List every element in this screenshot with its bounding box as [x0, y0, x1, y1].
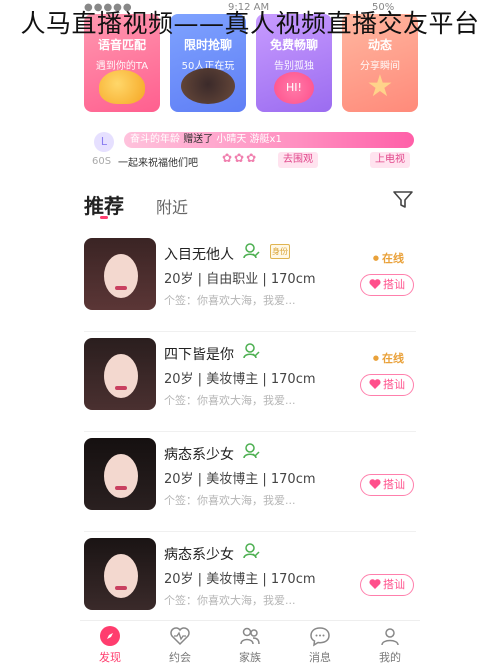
user-signature: 个签：你喜欢大海，我爱...: [164, 294, 296, 307]
star-icon: ★: [366, 69, 394, 104]
user-signature: 个签：你喜欢大海，我爱...: [164, 594, 296, 607]
list-item[interactable]: 病态系少女 20岁 | 美妆博主 | 170cm 个签：你喜欢大海，我爱... …: [84, 432, 416, 532]
user-job: 美妆博主: [206, 572, 259, 587]
user-name: 入目无他人: [164, 247, 234, 263]
gift-broadcast: L 60S 奋斗的年龄 赠送了 小晴天 游艇x1 一起来祝福他们吧 ✿✿✿ 去围…: [88, 126, 416, 174]
tab-active-indicator: [100, 216, 108, 219]
user-height: 170cm: [270, 472, 316, 487]
key-icon: [99, 70, 145, 104]
flower-icons: ✿✿✿: [222, 151, 259, 165]
avatar[interactable]: [84, 238, 156, 310]
chat-button[interactable]: 搭讪: [360, 574, 414, 596]
gift-timer: 60S: [92, 156, 112, 167]
nav-family[interactable]: 家族: [220, 625, 280, 665]
list-item[interactable]: 病态系少女 20岁 | 美妆博主 | 170cm 个签：你喜欢大海，我爱... …: [84, 532, 416, 632]
list-item[interactable]: 入目无他人 身份 20岁 | 自由职业 | 170cm 个签：你喜欢大海，我爱.…: [84, 232, 416, 332]
user-signature: 个签：你喜欢大海，我爱...: [164, 394, 296, 407]
nav-label: 消息: [309, 651, 331, 664]
user-job: 自由职业: [206, 272, 259, 287]
user-meta: 20岁 | 美妆博主 | 170cm: [164, 472, 316, 487]
nav-profile[interactable]: 我的: [360, 625, 420, 665]
online-status: 在线: [373, 350, 404, 366]
filter-icon[interactable]: [392, 190, 414, 210]
gift-item: 游艇x1: [249, 134, 282, 145]
hi-bubble-icon: HI!: [274, 72, 314, 104]
heart-pulse-icon: [170, 627, 190, 646]
online-status: 在线: [373, 250, 404, 266]
user-age: 20岁: [164, 372, 194, 387]
user-age: 20岁: [164, 472, 194, 487]
chat-button[interactable]: 搭讪: [360, 274, 414, 296]
on-tv-button[interactable]: 上电视: [370, 152, 410, 168]
card-subtitle: 告别孤独: [274, 61, 314, 72]
nav-label: 发现: [99, 651, 121, 664]
id-verified-badge: 身份: [270, 244, 290, 259]
avatar[interactable]: [84, 338, 156, 410]
user-job: 美妆博主: [206, 472, 259, 487]
verified-user-icon: [243, 243, 260, 259]
couple-photo: [181, 68, 235, 104]
nav-label: 约会: [169, 651, 191, 664]
gift-receiver: 小晴天: [216, 134, 247, 145]
avatar[interactable]: [84, 538, 156, 610]
user-name: 病态系少女: [164, 447, 234, 463]
nav-dating[interactable]: 约会: [150, 625, 210, 665]
avatar[interactable]: [84, 438, 156, 510]
verified-user-icon: [243, 343, 260, 359]
chat-label: 搭讪: [383, 478, 405, 491]
compass-icon: [100, 626, 120, 646]
user-list: 入目无他人 身份 20岁 | 自由职业 | 170cm 个签：你喜欢大海，我爱.…: [84, 232, 416, 632]
user-meta: 20岁 | 自由职业 | 170cm: [164, 272, 316, 287]
list-tabs: 推荐 附近: [84, 186, 420, 226]
chat-label: 搭讪: [383, 578, 405, 591]
user-age: 20岁: [164, 572, 194, 587]
tab-recommend[interactable]: 推荐: [84, 190, 124, 219]
user-height: 170cm: [270, 572, 316, 587]
bottom-nav: 发现 约会 家族 消息 我的: [80, 620, 420, 666]
gift-prompt: 一起来祝福他们吧: [118, 158, 198, 169]
gift-action: 赠送了: [183, 134, 214, 145]
heart-icon: [369, 479, 381, 489]
heart-icon: [369, 379, 381, 389]
chat-button[interactable]: 搭讪: [360, 374, 414, 396]
go-watch-button[interactable]: 去围观: [278, 152, 318, 168]
message-icon: [310, 627, 330, 647]
user-meta: 20岁 | 美妆博主 | 170cm: [164, 572, 316, 587]
chat-label: 搭讪: [383, 378, 405, 391]
nav-discover[interactable]: 发现: [80, 625, 140, 665]
chat-button[interactable]: 搭讪: [360, 474, 414, 496]
nav-label: 我的: [379, 651, 401, 664]
gift-avatar-icon: L: [94, 132, 114, 152]
user-signature: 个签：你喜欢大海，我爱...: [164, 494, 296, 507]
profile-icon: [381, 628, 399, 646]
gift-sender: 奋斗的年龄: [130, 134, 180, 145]
user-job: 美妆博主: [206, 372, 259, 387]
group-icon: [240, 627, 260, 645]
gift-banner: 奋斗的年龄 赠送了 小晴天 游艇x1: [124, 132, 414, 148]
list-item[interactable]: 四下皆是你 20岁 | 美妆博主 | 170cm 个签：你喜欢大海，我爱... …: [84, 332, 416, 432]
verified-user-icon: [243, 443, 260, 459]
verified-user-icon: [243, 543, 260, 559]
heart-icon: [369, 279, 381, 289]
tab-nearby[interactable]: 附近: [156, 194, 188, 218]
page-title: 人马直播视频——真人视频直播交友平台: [20, 9, 480, 38]
nav-messages[interactable]: 消息: [290, 625, 350, 665]
chat-label: 搭讪: [383, 278, 405, 291]
user-name: 病态系少女: [164, 547, 234, 563]
heart-icon: [369, 579, 381, 589]
user-name: 四下皆是你: [164, 347, 234, 363]
user-age: 20岁: [164, 272, 194, 287]
user-height: 170cm: [270, 372, 316, 387]
user-meta: 20岁 | 美妆博主 | 170cm: [164, 372, 316, 387]
user-height: 170cm: [270, 272, 316, 287]
nav-label: 家族: [239, 651, 261, 664]
